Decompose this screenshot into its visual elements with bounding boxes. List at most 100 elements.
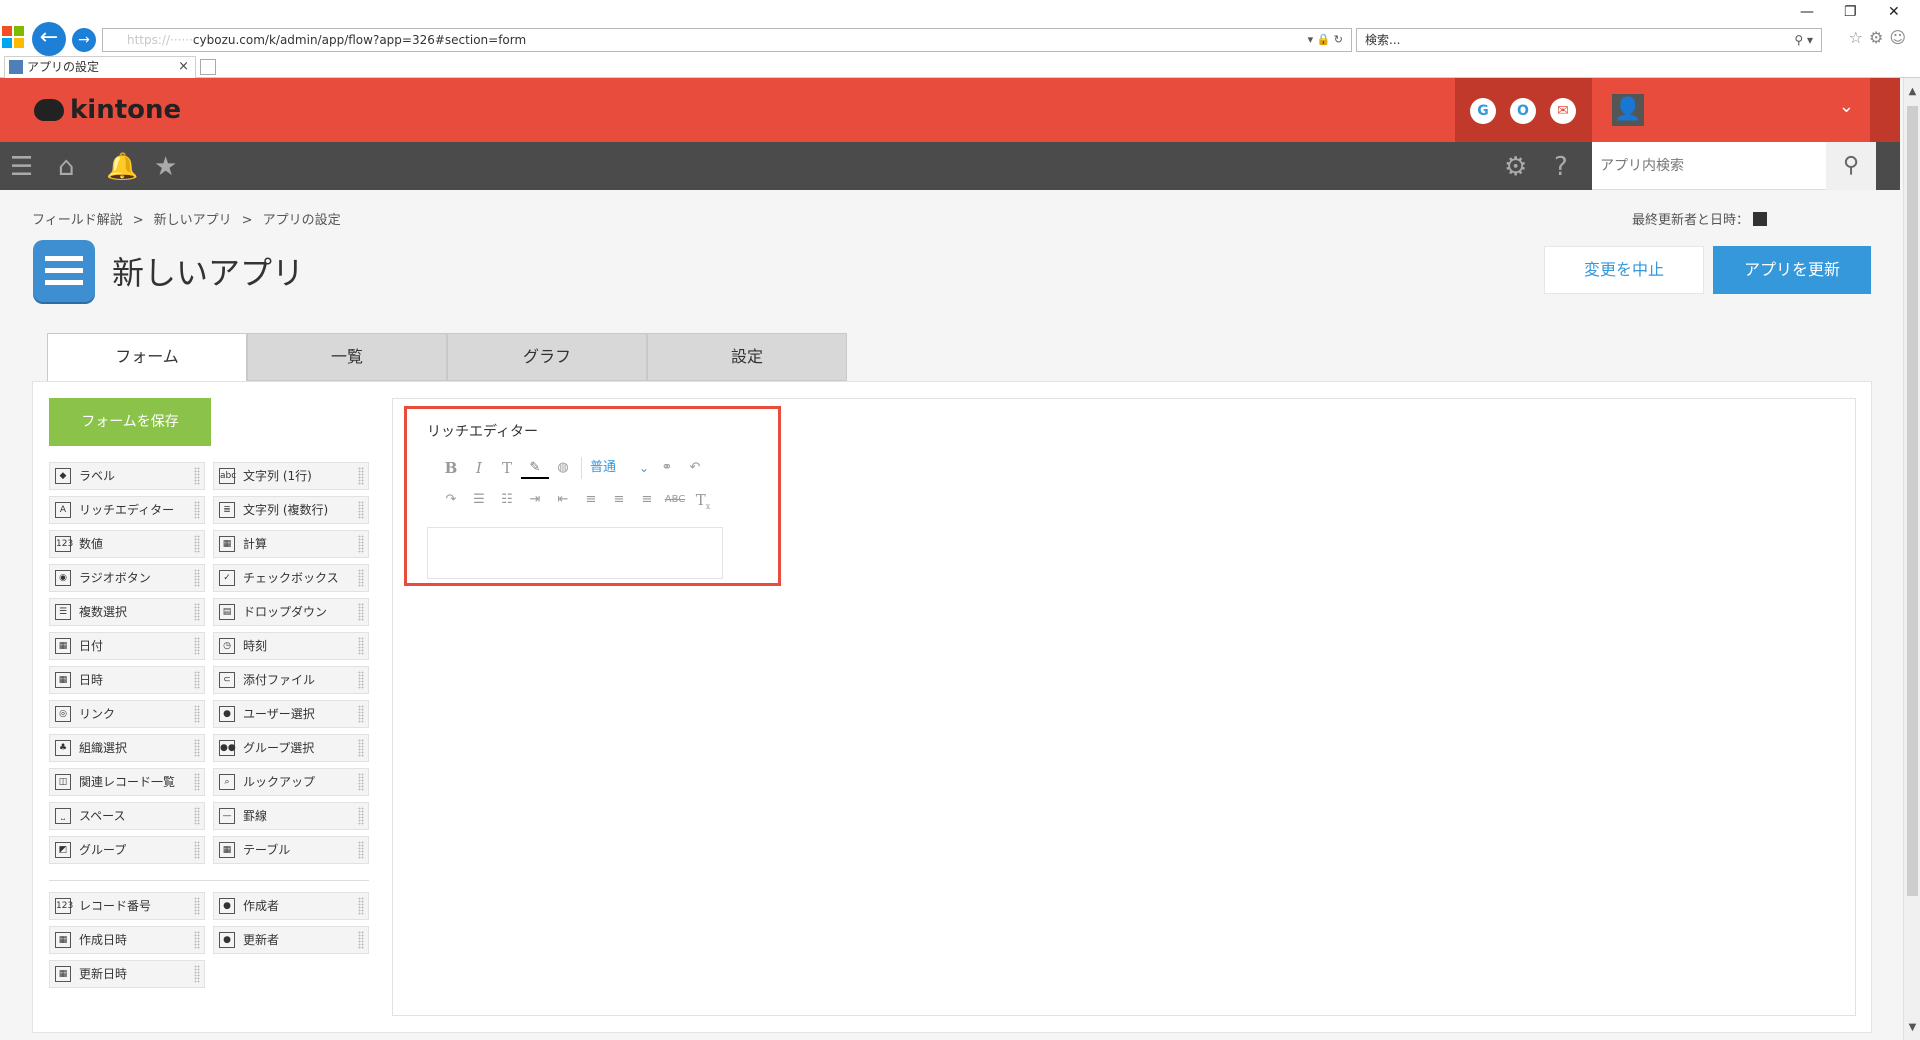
browser-tab[interactable]: アプリの設定 × (4, 56, 196, 78)
palette-item[interactable]: ☰ 複数選択 (49, 598, 205, 626)
clear-format-icon[interactable]: Tx (689, 489, 717, 511)
office-icon[interactable]: O (1510, 98, 1536, 124)
drag-handle-icon[interactable] (194, 773, 200, 791)
align-center-icon[interactable]: ≡ (605, 489, 633, 511)
tab-graph[interactable]: グラフ (447, 333, 647, 381)
kintone-logo[interactable]: kintone (34, 92, 181, 128)
drag-handle-icon[interactable] (194, 467, 200, 485)
indent-icon[interactable]: ⇥ (521, 489, 549, 511)
menu-icon[interactable]: ☰ (10, 152, 33, 182)
user-menu[interactable]: 👤 ⌄ (1592, 78, 1870, 142)
forward-button[interactable]: → (72, 28, 96, 52)
help-icon[interactable]: ? (1554, 152, 1568, 182)
chevron-down-icon[interactable]: ⌄ (1839, 96, 1854, 117)
drag-handle-icon[interactable] (358, 535, 364, 553)
tab-list[interactable]: 一覧 (247, 333, 447, 381)
drag-handle-icon[interactable] (194, 705, 200, 723)
address-bar[interactable]: https://······cybozu.com/k/admin/app/flo… (102, 28, 1352, 52)
drag-handle-icon[interactable] (194, 841, 200, 859)
scroll-up-icon[interactable]: ▲ (1904, 84, 1920, 100)
drag-handle-icon[interactable] (358, 739, 364, 757)
close-window-button[interactable]: ✕ (1888, 4, 1900, 20)
home-icon[interactable]: ⌂ (58, 152, 75, 182)
palette-item[interactable]: ▦ 作成日時 (49, 926, 205, 954)
text-color-icon[interactable]: ✎ (521, 457, 549, 479)
drag-handle-icon[interactable] (194, 807, 200, 825)
palette-item[interactable]: ▦ テーブル (213, 836, 369, 864)
palette-item[interactable]: ♣ 組織選択 (49, 734, 205, 762)
palette-item[interactable]: 123 数値 (49, 530, 205, 558)
palette-item[interactable]: ▦ 計算 (213, 530, 369, 558)
drag-handle-icon[interactable] (194, 569, 200, 587)
drag-handle-icon[interactable] (194, 501, 200, 519)
background-color-icon[interactable]: ◍ (549, 457, 577, 479)
align-left-icon[interactable]: ≡ (577, 489, 605, 511)
palette-item[interactable]: ▦ 日付 (49, 632, 205, 660)
new-tab-button[interactable] (200, 59, 216, 75)
gear-icon[interactable]: ⚙ (1504, 152, 1527, 182)
bell-icon[interactable]: 🔔 (106, 152, 138, 182)
redo-icon[interactable]: ↷ (437, 489, 465, 511)
app-search-input[interactable]: アプリ内検索 (1592, 142, 1826, 190)
breadcrumb-item[interactable]: 新しいアプリ (154, 213, 232, 228)
palette-item[interactable]: ● 作成者 (213, 892, 369, 920)
drag-handle-icon[interactable] (358, 931, 364, 949)
drag-handle-icon[interactable] (358, 671, 364, 689)
align-right-icon[interactable]: ≡ (633, 489, 661, 511)
palette-item[interactable]: ▦ 日時 (49, 666, 205, 694)
format-select[interactable]: 普通 ⌄ (581, 457, 653, 479)
palette-item[interactable]: ● ユーザー選択 (213, 700, 369, 728)
palette-item[interactable]: ◆ ラベル (49, 462, 205, 490)
strikethrough-icon[interactable]: ABC (661, 489, 689, 511)
palette-item[interactable]: ◩ グループ (49, 836, 205, 864)
bold-icon[interactable]: B (437, 457, 465, 479)
palette-item[interactable]: abc 文字列 (1行) (213, 462, 369, 490)
drag-handle-icon[interactable] (194, 965, 200, 983)
tab-close-icon[interactable]: × (178, 57, 189, 77)
drag-handle-icon[interactable] (358, 773, 364, 791)
undo-icon[interactable]: ↶ (681, 457, 709, 479)
palette-item[interactable]: ≣ 文字列 (複数行) (213, 496, 369, 524)
drag-handle-icon[interactable] (358, 841, 364, 859)
page-scrollbar[interactable]: ▲ ▼ (1903, 78, 1920, 1040)
avatar[interactable]: 👤 (1612, 94, 1644, 126)
star-icon[interactable]: ★ (154, 152, 177, 182)
back-button[interactable]: ← (32, 22, 66, 56)
palette-item[interactable]: A リッチエディター (49, 496, 205, 524)
drag-handle-icon[interactable] (358, 705, 364, 723)
mail-icon[interactable]: ✉ (1550, 98, 1576, 124)
save-form-button[interactable]: フォームを保存 (49, 398, 211, 446)
bullet-list-icon[interactable]: ☰ (465, 489, 493, 511)
drag-handle-icon[interactable] (194, 535, 200, 553)
numbered-list-icon[interactable]: ☷ (493, 489, 521, 511)
user-icon[interactable] (1753, 212, 1768, 226)
text-size-icon[interactable]: T (493, 457, 521, 479)
browser-search-input[interactable]: 検索... ⚲ ▾ (1356, 28, 1822, 52)
palette-item[interactable]: ✓ チェックボックス (213, 564, 369, 592)
drag-handle-icon[interactable] (358, 569, 364, 587)
search-icon[interactable]: ⚲ ▾ (1794, 29, 1813, 51)
palette-item[interactable]: ⊂ 添付ファイル (213, 666, 369, 694)
drag-handle-icon[interactable] (358, 467, 364, 485)
browser-toolbar-icons[interactable]: ☆⚙☺ (1849, 28, 1912, 47)
drag-handle-icon[interactable] (358, 603, 364, 621)
breadcrumb-item[interactable]: フィールド解説 (32, 213, 123, 228)
address-icons[interactable]: ▾ 🔒 ↻ (1308, 29, 1343, 51)
palette-item[interactable]: ⎵ スペース (49, 802, 205, 830)
palette-item[interactable]: 123 レコード番号 (49, 892, 205, 920)
drag-handle-icon[interactable] (358, 501, 364, 519)
drag-handle-icon[interactable] (358, 897, 364, 915)
link-icon[interactable]: ⚭ (653, 457, 681, 479)
rich-editor-input[interactable] (427, 527, 723, 579)
tab-form[interactable]: フォーム (47, 333, 247, 382)
scroll-thumb[interactable] (1907, 106, 1918, 896)
drag-handle-icon[interactable] (358, 807, 364, 825)
restore-button[interactable]: ❐ (1844, 4, 1857, 20)
drag-handle-icon[interactable] (358, 637, 364, 655)
palette-item[interactable]: — 罫線 (213, 802, 369, 830)
palette-item[interactable]: ▤ ドロップダウン (213, 598, 369, 626)
cancel-changes-button[interactable]: 変更を中止 (1544, 246, 1704, 294)
drag-handle-icon[interactable] (194, 671, 200, 689)
garoon-icon[interactable]: G (1470, 98, 1496, 124)
palette-item[interactable]: ◉ ラジオボタン (49, 564, 205, 592)
